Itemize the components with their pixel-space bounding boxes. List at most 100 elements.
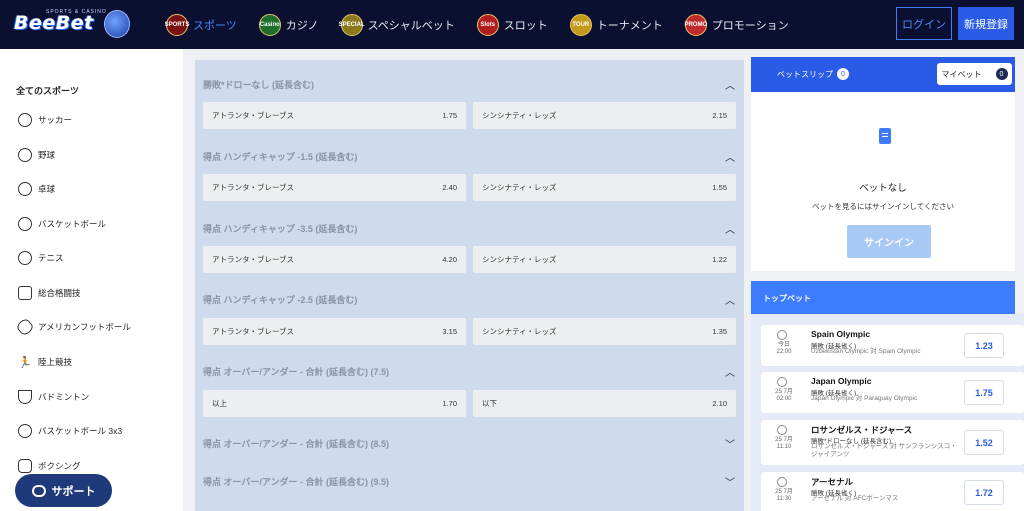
odds-value: 2.15 [712, 111, 727, 120]
market-title: 得点 オーバー/アンダー - 合計 (延長含む) (7.5) [203, 366, 390, 377]
nav-label: スロット [503, 19, 548, 32]
register-button[interactable]: 新規登録 [958, 7, 1014, 40]
nav-sports[interactable]: SPORTS スポーツ [165, 0, 237, 49]
odds-button[interactable]: アトランタ・ブレーブス 2.40 [203, 174, 466, 201]
match-name: アーセナル 対 AFCボーンマス [811, 495, 899, 502]
beebet-logo[interactable]: SPORTS & CASINO BeeBet [12, 8, 132, 42]
odds-button[interactable]: シンシナティ・レッズ 2.15 [473, 102, 736, 129]
betslip-body: ベットなし ベットを見るにはサインインしてください サインイン [751, 92, 1015, 271]
login-button[interactable]: ログイン [896, 7, 952, 40]
sidebar-item-mma[interactable]: 総合格闘技 [18, 283, 81, 303]
odds-button[interactable]: シンシナティ・レッズ 1.55 [473, 174, 736, 201]
odds-value: 1.70 [442, 399, 457, 408]
sidebar-item-label: バスケットボール 3x3 [38, 426, 123, 436]
odds-value: 1.55 [712, 183, 727, 192]
market-title: 得点 オーバー/アンダー - 合計 (延長含む) (8.5) [203, 438, 390, 449]
chevron-down-icon[interactable]: ﹀ [724, 474, 736, 489]
tab-betslip[interactable]: ベットスリップ 0 [777, 68, 849, 80]
nav-casino[interactable]: Casino カジノ [258, 0, 319, 49]
odds-value: 1.35 [712, 327, 727, 336]
top-bet-card[interactable]: 25 7月 11:10 ロサンゼルス・ドジャース 勝敗*ドローなし (延長含む) … [761, 420, 1024, 465]
sidebar-item-badminton[interactable]: バドミントン [18, 387, 89, 407]
nav-label: トーナメント [596, 19, 663, 32]
odds-value: 1.75 [442, 111, 457, 120]
selection-team: Spain Olympic [811, 329, 871, 339]
sidebar-item-label: 野球 [38, 150, 56, 160]
odds-button[interactable]: 以上 1.70 [203, 390, 466, 417]
nav-promotion[interactable]: PROMO プロモーション [684, 0, 789, 49]
selection-name: 以上 [212, 399, 227, 408]
support-label: サポート [51, 485, 96, 498]
nav-tournament[interactable]: TOUR トーナメント [569, 0, 663, 49]
nav-slots[interactable]: Slots スロット [476, 0, 548, 49]
sports-badge-icon: SPORTS [165, 13, 189, 36]
mma-glove-icon [18, 286, 32, 300]
match-datetime: 25 7月 11:10 [775, 437, 793, 450]
sidebar-item-basketball[interactable]: バスケットボール [18, 214, 106, 234]
top-bet-card[interactable]: 25 7月 02:00 Japan Olympic 勝敗 (延長省く) Japan… [761, 372, 1024, 413]
top-bets-list: 今日 22:00 Spain Olympic 勝敗 (延長省く) Uzbekist… [751, 314, 1024, 511]
sidebar-item-table-tennis[interactable]: 卓球 [18, 179, 55, 199]
odds-button[interactable]: 1.23 [964, 333, 1004, 358]
shuttlecock-icon [18, 390, 32, 404]
sidebar-item-label: 卓球 [38, 184, 56, 194]
sidebar-item-basketball-3x3[interactable]: バスケットボール 3x3 [18, 421, 122, 441]
market-title: 勝敗*ドローなし (延長含む) [203, 79, 314, 90]
selection-name: 以下 [482, 399, 497, 408]
tab-my-bets[interactable]: マイベット 0 [937, 63, 1012, 85]
sidebar-item-american-football[interactable]: アメリカンフットボール [15, 317, 131, 337]
sidebar-item-label: バドミントン [38, 392, 90, 402]
ticket-icon [879, 128, 891, 144]
sidebar-item-label: テニス [38, 253, 64, 263]
market-header[interactable]: 勝敗*ドローなし (延長含む) ︿ [203, 75, 736, 93]
mybet-count-badge: 0 [995, 68, 1008, 80]
odds-button[interactable]: 1.72 [964, 480, 1004, 505]
market-header[interactable]: 得点 オーバー/アンダー - 合計 (延長含む) (7.5) ︿ [203, 362, 736, 380]
nav-label: スポーツ [193, 19, 237, 32]
market-list: 勝敗*ドローなし (延長含む) ︿ アトランタ・ブレーブス 1.75 シンシナテ… [195, 60, 744, 511]
selection-name: シンシナティ・レッズ [482, 327, 557, 336]
odds-button[interactable]: 以下 2.10 [473, 390, 736, 417]
chevron-up-icon[interactable]: ︿ [724, 149, 736, 164]
sidebar-item-baseball[interactable]: 野球 [18, 145, 55, 165]
sidebar-title: 全てのスポーツ [16, 86, 79, 96]
chevron-up-icon[interactable]: ︿ [724, 221, 736, 236]
sidebar-item-label: 総合格闘技 [38, 288, 81, 298]
market-header[interactable]: 得点 ハンディキャップ -3.5 (延長含む) ︿ [203, 219, 736, 237]
odds-button[interactable]: シンシナティ・レッズ 1.22 [473, 246, 736, 273]
odds-button[interactable]: 1.52 [964, 430, 1004, 455]
tennis-icon [18, 251, 32, 265]
odds-button[interactable]: アトランタ・ブレーブス 4.20 [203, 246, 466, 273]
sidebar-item-soccer[interactable]: サッカー [18, 110, 72, 130]
match-datetime: 今日 22:00 [776, 342, 792, 355]
sidebar-item-label: アメリカンフットボール [38, 322, 131, 332]
odds-value: 1.22 [712, 255, 727, 264]
sidebar-item-athletics[interactable]: 🏃 陸上競技 [18, 352, 72, 372]
tab-label: マイベット [941, 69, 982, 79]
signin-button[interactable]: サインイン [847, 225, 931, 258]
market-header[interactable]: 得点 オーバー/アンダー - 合計 (延長含む) (8.5) ﹀ [203, 434, 736, 452]
market-header[interactable]: 得点 ハンディキャップ -1.5 (延長含む) ︿ [203, 147, 736, 165]
odds-button[interactable]: アトランタ・ブレーブス 3.15 [203, 318, 466, 345]
top-bet-card[interactable]: 25 7月 11:30 アーセナル 勝敗 (延長省く) アーセナル 対 AFCボー… [761, 472, 1024, 511]
nav-special-bet[interactable]: SPECIAL スペシャルベット [339, 0, 455, 49]
market-header[interactable]: 得点 オーバー/アンダー - 合計 (延長含む) (9.5) ﹀ [203, 472, 736, 490]
odds-button[interactable]: 1.75 [964, 380, 1004, 405]
odds-button[interactable]: アトランタ・ブレーブス 1.75 [203, 102, 466, 129]
support-button[interactable]: サポート [15, 474, 112, 507]
odds-button[interactable]: シンシナティ・レッズ 1.35 [473, 318, 736, 345]
market-header[interactable]: 得点 ハンディキャップ -2.5 (延長含む) ︿ [203, 290, 736, 308]
chevron-up-icon[interactable]: ︿ [724, 77, 736, 92]
top-bets-header: トップベット [751, 281, 1015, 314]
chevron-down-icon[interactable]: ﹀ [724, 436, 736, 451]
soccer-icon [777, 377, 787, 387]
selection-team: Japan Olympic [811, 376, 872, 386]
odds-value: 3.15 [442, 327, 457, 336]
logo-text: BeeBet [14, 12, 94, 34]
sidebar-item-boxing[interactable]: ボクシング [18, 456, 81, 476]
sidebar-item-tennis[interactable]: テニス [18, 248, 64, 268]
top-bet-card[interactable]: 今日 22:00 Spain Olympic 勝敗 (延長省く) Uzbekist… [761, 325, 1024, 366]
boxing-glove-icon [18, 459, 32, 473]
chevron-up-icon[interactable]: ︿ [724, 364, 736, 379]
chevron-up-icon[interactable]: ︿ [724, 292, 736, 307]
